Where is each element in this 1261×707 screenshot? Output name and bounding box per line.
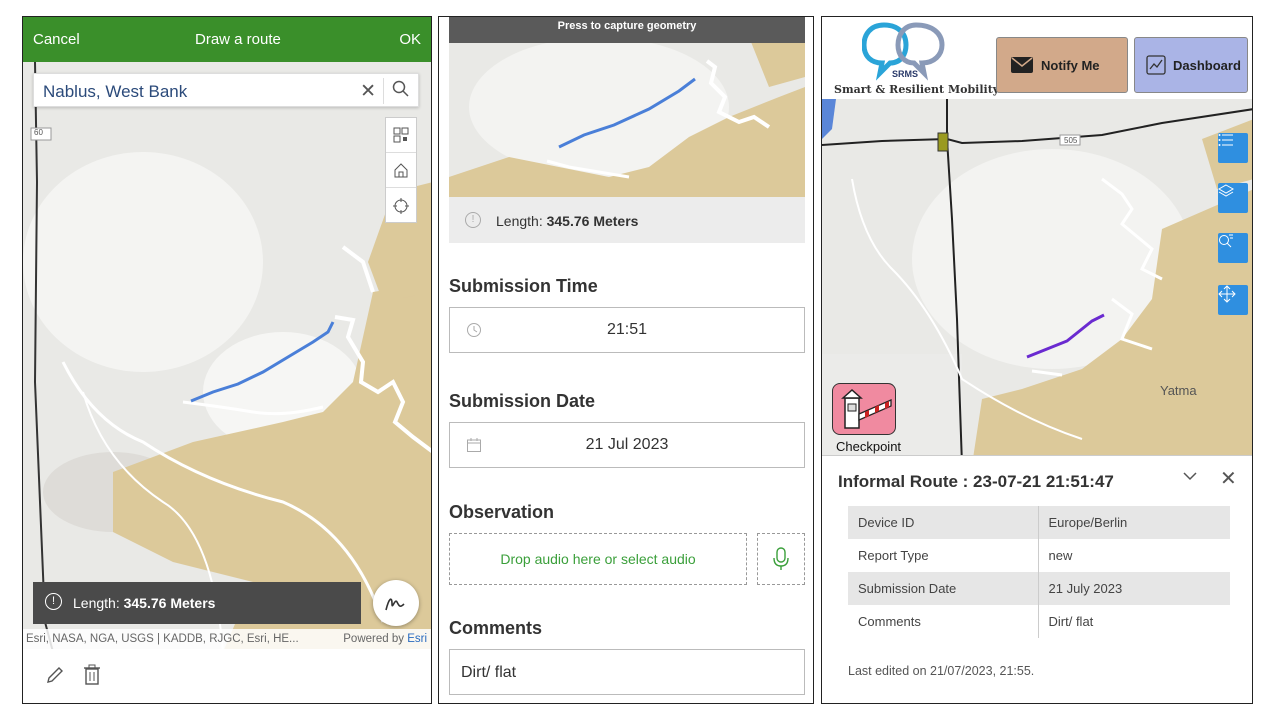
chevron-down-icon[interactable] <box>1182 468 1198 489</box>
observation-label: Observation <box>449 502 555 522</box>
map-view[interactable]: 60 <box>23 62 431 652</box>
signature-icon <box>385 598 405 611</box>
table-row: Device ID Europe/Berlin <box>848 506 1230 539</box>
locate-icon[interactable] <box>386 188 416 223</box>
powered-by-label: Powered by <box>343 633 404 645</box>
srms-tagline: Smart & Resilient Mobility <box>834 83 1000 96</box>
submission-time-field[interactable]: 21:51 <box>449 307 805 353</box>
last-edited-text: Last edited on 21/07/2023, 21:55. <box>848 664 1035 678</box>
home-icon[interactable] <box>386 153 416 188</box>
submission-time-label: Submission Time <box>449 276 598 296</box>
length-readout: ! Length: 345.76 Meters <box>33 582 361 624</box>
map-tools <box>385 117 417 223</box>
search-bar: Nablus, West Bank ✕ <box>33 73 419 107</box>
comments-label: Comments <box>449 618 543 638</box>
length-readout: ! Length: 345.76 Meters <box>449 197 805 243</box>
table-row: Comments Dirt/ flat <box>848 605 1230 638</box>
attribution-text: Esri, NASA, NGA, USGS | KADDB, RJGC, Esr… <box>26 633 299 645</box>
draw-route-screen: 60 Cancel Draw a route OK Nablus, West B… <box>22 16 432 704</box>
row-value: 21 July 2023 <box>1038 572 1230 605</box>
table-row: Submission Date 21 July 2023 <box>848 572 1230 605</box>
list-icon[interactable] <box>1218 133 1248 163</box>
row-value: new <box>1048 548 1073 563</box>
row-value: Europe/Berlin <box>1038 506 1230 539</box>
envelope-icon <box>1011 57 1033 73</box>
row-key: Report Type <box>848 539 1039 572</box>
microphone-icon <box>773 547 789 570</box>
popup-title: Informal Route : 23-07-21 21:51:47 <box>838 472 1114 491</box>
road-label: 505 <box>1064 136 1078 145</box>
submission-date-label: Submission Date <box>449 391 596 411</box>
feature-popup: Informal Route : 23-07-21 21:51:47 ✕ Dev… <box>822 455 1252 703</box>
road-label: 60 <box>34 128 43 137</box>
attribution-bar: Esri, NASA, NGA, USGS | KADDB, RJGC, Esr… <box>23 629 431 649</box>
screen-title: Draw a route <box>195 31 281 48</box>
close-icon[interactable]: ✕ <box>1220 466 1237 491</box>
row-key: Comments <box>848 605 1039 638</box>
trash-icon[interactable] <box>83 664 101 691</box>
notify-me-button[interactable]: Notify Me <box>996 37 1128 93</box>
pencil-icon[interactable] <box>45 665 65 690</box>
dashboard-icon <box>1146 55 1166 75</box>
report-form-screen: Press to capture geometry ! Length: 345.… <box>438 16 814 704</box>
freehand-draw-button[interactable] <box>373 580 419 626</box>
table-row: Report Type new <box>848 539 1230 572</box>
attribute-table: Device ID Europe/Berlin Report Type new Su… <box>848 506 1230 638</box>
layers-icon[interactable] <box>1218 183 1248 213</box>
info-icon: ! <box>45 593 62 610</box>
search-input[interactable]: Nablus, West Bank <box>43 82 187 102</box>
row-value: Dirt/ flat <box>1048 614 1094 629</box>
length-value: 345.76 Meters <box>123 595 216 611</box>
submission-date-value: 21 Jul 2023 <box>585 436 669 453</box>
length-value: 345.76 Meters <box>546 213 639 229</box>
row-key: Submission Date <box>848 572 1039 605</box>
microphone-button[interactable] <box>757 533 805 585</box>
route-preview-map[interactable] <box>449 17 805 197</box>
checkpoint-icon[interactable] <box>832 383 896 435</box>
top-bar: Cancel Draw a route OK <box>23 17 431 62</box>
submission-date-field[interactable]: 21 Jul 2023 <box>449 422 805 468</box>
info-icon: ! <box>465 212 481 228</box>
search-icon[interactable] <box>392 80 410 103</box>
header: SRMS Smart & Resilient Mobility Notify M… <box>822 17 1252 99</box>
srms-acronym: SRMS <box>892 69 919 79</box>
comments-value: Dirt/ flat <box>461 664 517 681</box>
srms-logo: SRMS <box>861 21 946 88</box>
ok-button[interactable]: OK <box>399 31 421 48</box>
query-icon[interactable] <box>1218 233 1248 263</box>
clear-icon[interactable]: ✕ <box>360 80 376 103</box>
esri-link[interactable]: Esri <box>407 633 427 645</box>
qr-code-icon[interactable] <box>386 118 416 153</box>
submission-time-value: 21:51 <box>606 321 648 338</box>
dashboard-button[interactable]: Dashboard <box>1134 37 1248 93</box>
srms-dashboard-screen: SRMS Smart & Resilient Mobility Notify M… <box>821 16 1253 704</box>
notify-me-label: Notify Me <box>1041 57 1100 73</box>
divider <box>383 78 384 104</box>
edit-toolbar <box>23 649 431 703</box>
audio-drop-zone[interactable]: Drop audio here or select audio <box>449 533 747 585</box>
capture-geometry-banner[interactable]: Press to capture geometry <box>449 17 805 43</box>
length-label: Length: <box>496 213 543 229</box>
row-key: Device ID <box>848 506 1039 539</box>
cancel-button[interactable]: Cancel <box>33 31 80 48</box>
pan-icon[interactable] <box>1218 285 1248 315</box>
length-label: Length: <box>73 595 120 611</box>
comments-field[interactable]: Dirt/ flat <box>449 649 805 695</box>
checkpoint-label: Checkpoint <box>836 439 902 454</box>
place-label: Yatma <box>1160 383 1197 398</box>
dashboard-label: Dashboard <box>1173 57 1241 73</box>
